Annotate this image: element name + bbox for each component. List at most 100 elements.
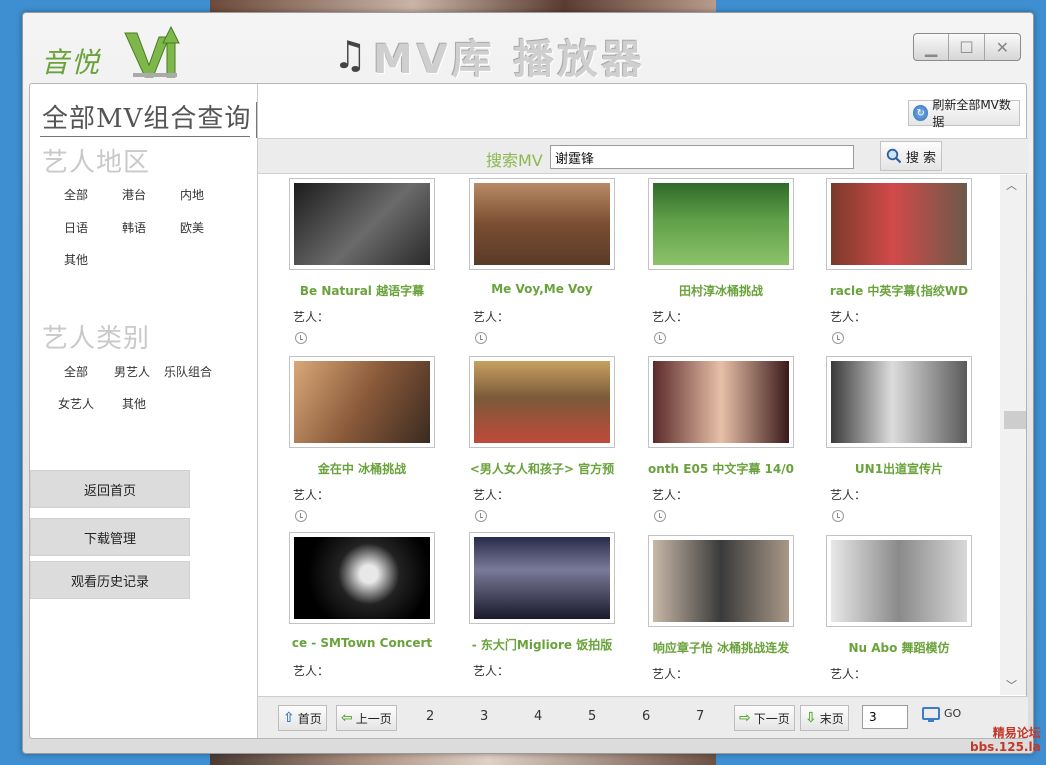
mv-title[interactable]: <男人女人和孩子> 官方预 — [463, 460, 621, 477]
go-label: GO — [944, 707, 962, 720]
type-option-male[interactable]: 男艺人 — [114, 363, 150, 380]
prev-page-button[interactable]: ⇦ 上一页 — [336, 705, 397, 731]
mv-title[interactable]: UN1出道宣传片 — [820, 460, 978, 477]
scroll-thumb[interactable] — [1004, 411, 1026, 429]
mv-title[interactable]: Me Voy,Me Voy — [463, 282, 621, 296]
scroll-down-icon[interactable]: ﹀ — [1006, 677, 1017, 693]
search-input[interactable] — [550, 145, 854, 169]
mv-title[interactable]: 响应章子怡 冰桶挑战连发 — [642, 639, 800, 656]
first-page-button[interactable]: ⇧ 首页 — [278, 705, 327, 731]
mv-card[interactable]: racle 中英字幕(指绞WD 艺人： — [826, 178, 996, 348]
type-option-band[interactable]: 乐队组合 — [164, 363, 212, 380]
mv-title[interactable]: Nu Abo 舞蹈模仿 — [820, 639, 978, 656]
watermark-line2: bbs.125.la — [970, 740, 1041, 754]
mv-artist: 艺人： — [473, 310, 510, 324]
monitor-icon — [922, 707, 940, 722]
mv-thumbnail[interactable] — [289, 178, 435, 270]
search-icon — [886, 148, 902, 164]
mv-card[interactable]: Me Voy,Me Voy 艺人： — [469, 178, 639, 348]
mv-card[interactable]: 田村淳冰桶挑战 艺人： — [648, 178, 818, 348]
scroll-up-icon[interactable]: ︿ — [1006, 177, 1017, 193]
window-controls: ▁ ☐ ✕ — [913, 33, 1021, 61]
mv-thumbnail[interactable] — [826, 535, 972, 627]
close-button[interactable]: ✕ — [985, 34, 1020, 60]
page-jump-input[interactable] — [862, 705, 908, 729]
page-number[interactable]: 6 — [642, 709, 650, 724]
download-manager-button[interactable]: 下载管理 — [30, 518, 190, 556]
page-number[interactable]: 4 — [534, 709, 542, 724]
mv-card[interactable]: 金在中 冰桶挑战 艺人： — [289, 356, 459, 526]
mv-thumbnail[interactable] — [648, 535, 794, 627]
type-option-female[interactable]: 女艺人 — [58, 395, 94, 412]
mv-thumbnail[interactable] — [648, 356, 794, 448]
mv-card[interactable]: 响应章子怡 冰桶挑战连发 艺人： — [648, 535, 818, 695]
region-option-japan[interactable]: 日语 — [64, 219, 88, 236]
mv-thumbnail[interactable] — [648, 178, 794, 270]
mv-card[interactable]: - 东大门Migliore 饭拍版 艺人： — [469, 532, 639, 695]
mv-card[interactable]: onth E05 中文字幕 14/0 艺人： — [648, 356, 818, 526]
title-bar[interactable]: 音悦 ♫ MV库 播放器 ▁ ☐ ✕ — [23, 13, 1035, 83]
minimize-button[interactable]: ▁ — [914, 34, 950, 60]
grid-scrollbar[interactable]: ︿ ﹀ — [1000, 175, 1026, 695]
last-page-button[interactable]: ⇩ 末页 — [800, 705, 849, 731]
pagination: ⇧ 首页 ⇦ 上一页 2 3 4 5 6 7 ⇨ 下一页 ⇩ 末页 3 GO — [258, 696, 1028, 738]
mv-artist: 艺人： — [652, 310, 689, 324]
page-number[interactable]: 2 — [426, 709, 434, 724]
mv-artist: 艺人： — [652, 667, 689, 681]
next-page-button[interactable]: ⇨ 下一页 — [734, 705, 795, 731]
type-option-all[interactable]: 全部 — [64, 363, 88, 380]
mv-thumbnail[interactable] — [826, 178, 972, 270]
mv-thumbnail[interactable] — [469, 178, 615, 270]
mv-thumbnail[interactable] — [289, 356, 435, 448]
go-button[interactable]: GO — [922, 707, 962, 722]
mv-artist: 艺人： — [830, 488, 867, 502]
arrow-up-icon: ⇧ — [283, 710, 295, 726]
page-number[interactable]: 5 — [588, 709, 596, 724]
clock-icon — [654, 332, 666, 344]
mv-title[interactable]: - 东大门Migliore 饭拍版 — [463, 636, 621, 653]
region-option-mainland[interactable]: 内地 — [180, 186, 204, 203]
mv-artist: 艺人： — [293, 488, 330, 502]
minimize-icon: ▁ — [925, 37, 938, 57]
type-option-other[interactable]: 其他 — [122, 395, 146, 412]
page-number[interactable]: 3 — [480, 709, 488, 724]
home-button[interactable]: 返回首页 — [30, 470, 190, 508]
mv-title[interactable]: Be Natural 越语字幕 — [283, 282, 441, 299]
mv-thumbnail[interactable] — [289, 532, 435, 624]
mv-card[interactable]: ce - SMTown Concert 艺人： — [289, 532, 459, 695]
mv-artist: 艺人： — [652, 488, 689, 502]
refresh-all-button[interactable]: ↻ 刷新全部MV数据 — [908, 98, 1020, 129]
mv-title[interactable]: onth E05 中文字幕 14/0 — [642, 460, 800, 477]
mv-card[interactable]: UN1出道宣传片 艺人： — [826, 356, 996, 526]
refresh-all-label: 刷新全部MV数据 — [932, 98, 1011, 129]
mv-thumbnail[interactable] — [469, 356, 615, 448]
music-note-icon: ♫ — [333, 33, 368, 77]
mv-title[interactable]: ce - SMTown Concert — [283, 636, 441, 650]
region-option-other[interactable]: 其他 — [64, 251, 88, 268]
app-logo-text: 音悦 — [41, 46, 102, 79]
page-number[interactable]: 7 — [696, 709, 704, 724]
region-option-all[interactable]: 全部 — [64, 186, 88, 203]
mv-panel: ↻ 刷新全部MV数据 搜索MV 搜 索 Be Natural — [257, 84, 1028, 738]
history-button[interactable]: 观看历史记录 — [30, 561, 190, 599]
arrow-left-icon: ⇦ — [341, 710, 353, 726]
mv-title[interactable]: 金在中 冰桶挑战 — [283, 460, 441, 477]
search-button[interactable]: 搜 索 — [880, 141, 942, 171]
mv-card[interactable]: Be Natural 越语字幕 艺人： — [289, 178, 459, 348]
mv-title[interactable]: 田村淳冰桶挑战 — [642, 282, 800, 299]
mv-thumbnail[interactable] — [826, 356, 972, 448]
region-option-hktw[interactable]: 港台 — [122, 186, 146, 203]
mv-card[interactable]: <男人女人和孩子> 官方预 艺人： — [469, 356, 639, 526]
maximize-button[interactable]: ☐ — [949, 34, 985, 60]
arrow-right-icon: ⇨ — [739, 710, 751, 726]
mv-artist: 艺人： — [830, 667, 867, 681]
app-logo-v-icon — [124, 25, 180, 78]
mv-card[interactable]: Nu Abo 舞蹈模仿 艺人： — [826, 535, 996, 695]
clock-icon — [295, 332, 307, 344]
region-option-west[interactable]: 欧美 — [180, 219, 204, 236]
clock-icon — [475, 510, 487, 522]
mv-title[interactable]: racle 中英字幕(指绞WD — [820, 282, 978, 299]
clock-icon — [475, 332, 487, 344]
region-option-korea[interactable]: 韩语 — [122, 219, 146, 236]
mv-thumbnail[interactable] — [469, 532, 615, 624]
